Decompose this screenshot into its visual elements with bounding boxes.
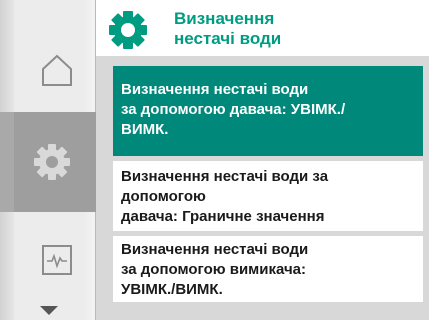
- menu-item-sensor-onoff[interactable]: Визначення нестачі води за допомогою дав…: [113, 66, 423, 156]
- diagnostics-icon: [42, 245, 72, 275]
- sidebar: [0, 0, 96, 320]
- menu-item-sensor-threshold[interactable]: Визначення нестачі води за допомогою дав…: [113, 161, 423, 231]
- sidebar-item-diagnostics[interactable]: [18, 225, 96, 295]
- gear-icon: [109, 11, 147, 49]
- chevron-down-icon[interactable]: [40, 306, 58, 315]
- menu-list: Визначення нестачі води за допомогою дав…: [113, 66, 423, 302]
- sidebar-item-home[interactable]: [18, 30, 96, 110]
- page-header: Визначення нестачі води: [96, 0, 429, 56]
- home-icon: [42, 54, 72, 86]
- gear-icon: [34, 144, 70, 180]
- sidebar-item-settings[interactable]: [0, 112, 96, 212]
- page-title: Визначення нестачі води: [174, 9, 282, 48]
- menu-item-switch-onoff[interactable]: Визначення нестачі води за допомогою вим…: [113, 236, 423, 302]
